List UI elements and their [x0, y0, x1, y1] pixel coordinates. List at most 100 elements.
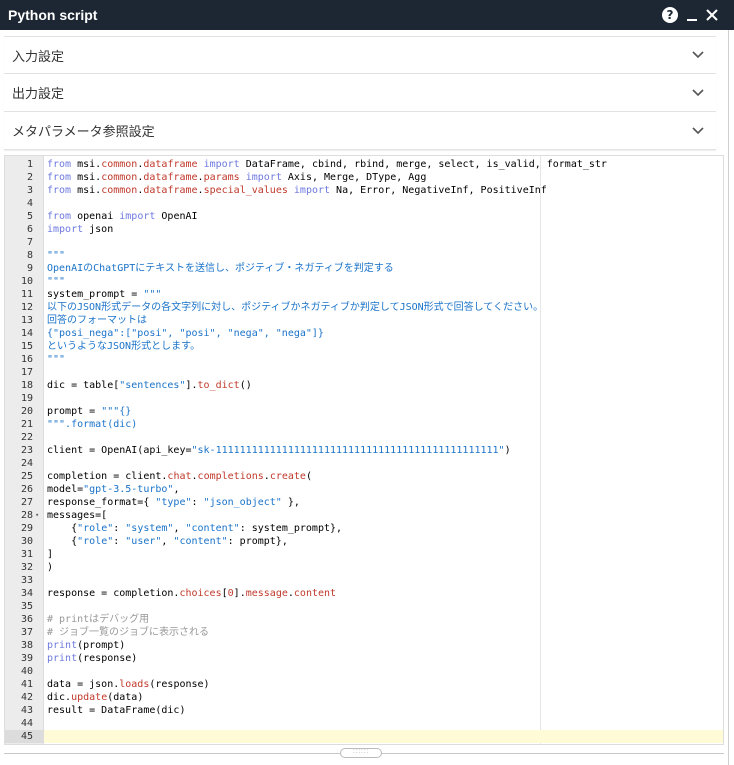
code-line[interactable]: 7	[5, 236, 723, 249]
code-line[interactable]: 19	[5, 392, 723, 405]
code-line[interactable]: 39 print(response)	[5, 652, 723, 665]
code-line[interactable]: 2 from msi.common.dataframe.params import…	[5, 171, 723, 184]
code-line[interactable]: 35	[5, 600, 723, 613]
code-line[interactable]: 10 """	[5, 275, 723, 288]
line-number: 19	[20, 393, 33, 404]
line-text: result = DataFrame(dic)	[47, 705, 186, 716]
editor-resize-bar[interactable]: ::::::	[4, 748, 724, 758]
code-line[interactable]: 12 以下のJSON形式データの各文字列に対し、ポジティブかネガティブか判定してJ…	[5, 301, 723, 314]
line-text: """	[47, 276, 66, 287]
code-line[interactable]: 31]	[5, 548, 723, 561]
line-text	[44, 236, 47, 249]
code-line[interactable]: 6 import json	[5, 223, 723, 236]
minimize-icon[interactable]	[686, 8, 698, 22]
line-text: OpenAIのChatGPTにテキストを送信し、ポジティブ・ネガティブを判定する	[47, 263, 394, 274]
line-text: print(response)	[47, 653, 138, 664]
chevron-down-icon[interactable]	[692, 51, 704, 59]
code-line[interactable]: 22	[5, 431, 723, 444]
code-line[interactable]: 1 from msi.common.dataframe import DataFr…	[5, 158, 723, 171]
code-line[interactable]: 44	[5, 717, 723, 730]
line-text: {"role": "system", "content": system_pro…	[47, 523, 343, 534]
line-text	[44, 574, 47, 587]
code-line[interactable]: 25 completion = client.chat.completions.c…	[5, 470, 723, 483]
line-number: 35	[20, 601, 33, 612]
line-number: 38	[20, 640, 33, 651]
line-number: 42	[20, 692, 33, 703]
section-label: メタパラメータ参照設定	[12, 124, 155, 139]
fold-toggle-icon[interactable]: ▾	[35, 509, 39, 522]
code-line[interactable]: 37 # ジョブ一覧のジョブに表示される	[5, 626, 723, 639]
code-line[interactable]: 28 messages=[▾	[5, 509, 723, 522]
code-line[interactable]: 26 model="gpt-3.5-turbo",	[5, 483, 723, 496]
settings-sections: 入力設定 出力設定 メタパラメータ参照設定	[4, 36, 716, 150]
line-number: 6	[26, 224, 33, 235]
line-text: dic.update(data)	[47, 692, 144, 703]
chevron-down-icon[interactable]	[692, 88, 704, 97]
code-line[interactable]: 8 """	[5, 249, 723, 262]
line-text	[44, 717, 47, 730]
line-number: 3	[26, 185, 33, 196]
code-lines[interactable]: 1 from msi.common.dataframe import DataFr…	[5, 158, 723, 743]
code-editor[interactable]: 1 from msi.common.dataframe import DataFr…	[4, 155, 724, 745]
chevron-down-icon[interactable]	[692, 126, 704, 135]
code-line[interactable]: 41 data = json.loads(response)	[5, 678, 723, 691]
code-line[interactable]: 20 prompt = """{}	[5, 405, 723, 418]
line-number: 45	[5, 730, 44, 743]
code-line[interactable]: 21 """.format(dic)	[5, 418, 723, 431]
code-line[interactable]: 40	[5, 665, 723, 678]
line-number: 17	[20, 367, 33, 378]
section-label: 入力設定	[12, 48, 65, 64]
section-input-settings[interactable]: 入力設定	[4, 36, 716, 74]
line-number: 16	[20, 354, 33, 365]
code-line[interactable]: 30 {"role": "user", "content": prompt},	[5, 535, 723, 548]
line-text: # ジョブ一覧のジョブに表示される	[47, 627, 210, 638]
line-text: print(prompt)	[47, 640, 126, 651]
close-icon[interactable]	[706, 9, 718, 21]
line-number: 13	[20, 315, 33, 326]
line-text: from msi.common.dataframe import DataFra…	[47, 159, 607, 170]
code-line[interactable]: 29 {"role": "system", "content": system_…	[5, 522, 723, 535]
code-line[interactable]: 24	[5, 457, 723, 470]
line-number: 18	[20, 380, 33, 391]
line-text: )	[47, 562, 54, 573]
code-line[interactable]: 9 OpenAIのChatGPTにテキストを送信し、ポジティブ・ネガティブを判定す…	[5, 262, 723, 275]
line-text	[44, 665, 47, 678]
code-line[interactable]: 43 result = DataFrame(dic)	[5, 704, 723, 717]
code-line[interactable]: 33	[5, 574, 723, 587]
code-line[interactable]: 32)	[5, 561, 723, 574]
code-line[interactable]: 14 {"posi_nega":["posi", "posi", "nega", …	[5, 327, 723, 340]
code-line[interactable]: 18 dic = table["sentences"].to_dict()	[5, 379, 723, 392]
section-meta-parameter-settings[interactable]: メタパラメータ参照設定	[4, 112, 716, 150]
code-line[interactable]: 3 from msi.common.dataframe.special_value…	[5, 184, 723, 197]
line-number: 15	[20, 341, 33, 352]
line-text: import json	[47, 224, 114, 235]
code-line[interactable]: 16 """	[5, 353, 723, 366]
code-line[interactable]: 27 response_format={ "type": "json_object…	[5, 496, 723, 509]
code-line[interactable]: 13 回答のフォーマットは	[5, 314, 723, 327]
line-number: 10	[20, 276, 33, 287]
code-line[interactable]: 42 dic.update(data)	[5, 691, 723, 704]
code-line[interactable]: 11 system_prompt = """	[5, 288, 723, 301]
line-text: ]	[47, 549, 54, 560]
code-line[interactable]: 23 client = OpenAI(api_key="sk-1111111111…	[5, 444, 723, 457]
line-text: from openai import OpenAI	[47, 211, 198, 222]
code-line[interactable]: 38 print(prompt)	[5, 639, 723, 652]
code-line[interactable]: 36 # printはデバッグ用	[5, 613, 723, 626]
line-number: 26	[20, 484, 33, 495]
section-output-settings[interactable]: 出力設定	[4, 74, 716, 112]
line-text	[44, 457, 47, 470]
window-title: Python script	[8, 7, 98, 23]
code-line[interactable]: 34 response = completion.choices[0].messa…	[5, 587, 723, 600]
code-line[interactable]: 4	[5, 197, 723, 210]
line-number: 21	[20, 419, 33, 430]
help-icon[interactable]: ?	[662, 7, 678, 23]
code-line[interactable]: 17	[5, 366, 723, 379]
line-text: from msi.common.dataframe.params import …	[47, 172, 427, 183]
line-number: 24	[20, 458, 33, 469]
code-line[interactable]: 45	[5, 730, 723, 743]
line-text: model="gpt-3.5-turbo",	[47, 484, 180, 495]
line-number: 1	[26, 159, 33, 170]
code-line[interactable]: 5 from openai import OpenAI	[5, 210, 723, 223]
code-line[interactable]: 15 というようなJSON形式とします。	[5, 340, 723, 353]
resize-handle[interactable]: ::::::	[340, 748, 382, 758]
